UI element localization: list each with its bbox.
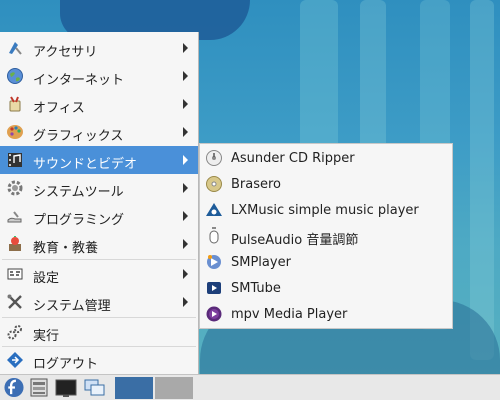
submenu-item-smplayer[interactable]: SMPlayer bbox=[200, 249, 452, 275]
run-icon bbox=[7, 325, 22, 340]
menu-item-label: プログラミング bbox=[33, 213, 125, 228]
music-player-icon bbox=[206, 203, 222, 216]
menu-item-internet[interactable]: インターネット bbox=[0, 62, 198, 90]
menu-item-system-tools[interactable]: システムツール bbox=[0, 174, 198, 202]
file-manager-icon[interactable] bbox=[29, 377, 49, 398]
start-menu-icon[interactable] bbox=[3, 377, 25, 398]
application-menu: アクセサリ インターネット オフィス グラフィックス サウンドとビデオ システム… bbox=[0, 32, 199, 375]
submenu-item-label: PulseAudio 音量調節 bbox=[231, 233, 359, 248]
menu-item-run[interactable]: 実行 bbox=[0, 318, 198, 346]
accessories-icon bbox=[9, 42, 22, 55]
submenu-item-asunder[interactable]: Asunder CD Ripper bbox=[200, 145, 452, 171]
education-icon bbox=[9, 236, 21, 251]
submenu-arrow-icon bbox=[183, 127, 188, 137]
submenu-item-label: LXMusic simple music player bbox=[231, 203, 419, 218]
terminal-icon[interactable] bbox=[55, 377, 77, 398]
menu-item-label: アクセサリ bbox=[33, 45, 98, 60]
disc-burner-icon bbox=[206, 176, 222, 192]
submenu-arrow-icon bbox=[183, 71, 188, 81]
submenu-item-label: Brasero bbox=[231, 177, 282, 192]
menu-item-label: サウンドとビデオ bbox=[33, 157, 138, 172]
menu-item-label: 教育・教養 bbox=[33, 241, 99, 256]
menu-item-education[interactable]: 教育・教養 bbox=[0, 230, 198, 258]
menu-item-label: システムツール bbox=[33, 185, 124, 200]
gear-icon bbox=[7, 180, 23, 196]
submenu-arrow-icon bbox=[183, 99, 188, 109]
menu-item-graphics[interactable]: グラフィックス bbox=[0, 118, 198, 146]
submenu-arrow-icon bbox=[183, 183, 188, 193]
menu-item-preferences[interactable]: 設定 bbox=[0, 260, 198, 288]
menu-item-label: 実行 bbox=[33, 329, 60, 344]
multimedia-icon bbox=[8, 153, 22, 167]
programming-icon bbox=[7, 211, 22, 223]
submenu-arrow-icon bbox=[183, 269, 188, 279]
menu-item-system-admin[interactable]: システム管理 bbox=[0, 288, 198, 316]
submenu-item-smtube[interactable]: SMTube bbox=[200, 275, 452, 301]
menu-item-label: グラフィックス bbox=[33, 129, 124, 144]
menu-item-label: システム管理 bbox=[33, 299, 111, 314]
submenu-arrow-icon bbox=[183, 43, 188, 53]
submenu-arrow-icon bbox=[183, 297, 188, 307]
submenu-arrow-icon bbox=[183, 239, 188, 249]
submenu-item-label: SMPlayer bbox=[231, 255, 291, 270]
menu-item-accessories[interactable]: アクセサリ bbox=[0, 34, 198, 62]
submenu-item-lxmusic[interactable]: LXMusic simple music player bbox=[200, 197, 452, 223]
menu-item-logout[interactable]: ログアウト bbox=[0, 346, 198, 374]
menu-item-label: 設定 bbox=[33, 271, 60, 286]
tools-icon bbox=[7, 294, 22, 309]
preferences-icon bbox=[7, 268, 23, 280]
menu-item-label: ログアウト bbox=[33, 357, 99, 372]
submenu-item-label: mpv Media Player bbox=[231, 307, 348, 322]
menu-item-programming[interactable]: プログラミング bbox=[0, 202, 198, 230]
volume-control-icon bbox=[209, 227, 219, 244]
palette-icon bbox=[7, 125, 23, 139]
logout-icon bbox=[7, 352, 23, 368]
submenu-item-label: Asunder CD Ripper bbox=[231, 151, 355, 166]
menu-item-label: オフィス bbox=[33, 101, 85, 116]
menu-item-sound-video[interactable]: サウンドとビデオ bbox=[0, 146, 198, 174]
office-icon bbox=[9, 96, 21, 112]
submenu-item-brasero[interactable]: Brasero bbox=[200, 171, 452, 197]
smtube-icon bbox=[207, 282, 221, 294]
submenu-item-pulseaudio[interactable]: PulseAudio 音量調節 bbox=[200, 223, 452, 249]
submenu-item-label: SMTube bbox=[231, 281, 281, 296]
submenu-arrow-icon bbox=[183, 211, 188, 221]
menu-item-label: インターネット bbox=[33, 73, 125, 88]
submenu-item-mpv[interactable]: mpv Media Player bbox=[200, 301, 452, 327]
window-switcher-icon[interactable] bbox=[84, 377, 106, 398]
submenu-arrow-icon bbox=[183, 155, 188, 165]
taskbar-panel bbox=[0, 374, 500, 400]
mpv-icon bbox=[206, 306, 222, 322]
globe-icon bbox=[7, 68, 23, 84]
workspace-1-button[interactable] bbox=[115, 377, 153, 399]
smplayer-icon bbox=[207, 255, 221, 269]
cd-ripper-icon bbox=[206, 150, 222, 166]
sound-video-submenu: Asunder CD Ripper Brasero LXMusic simple… bbox=[199, 143, 453, 329]
menu-item-office[interactable]: オフィス bbox=[0, 90, 198, 118]
workspace-2-button[interactable] bbox=[155, 377, 193, 399]
